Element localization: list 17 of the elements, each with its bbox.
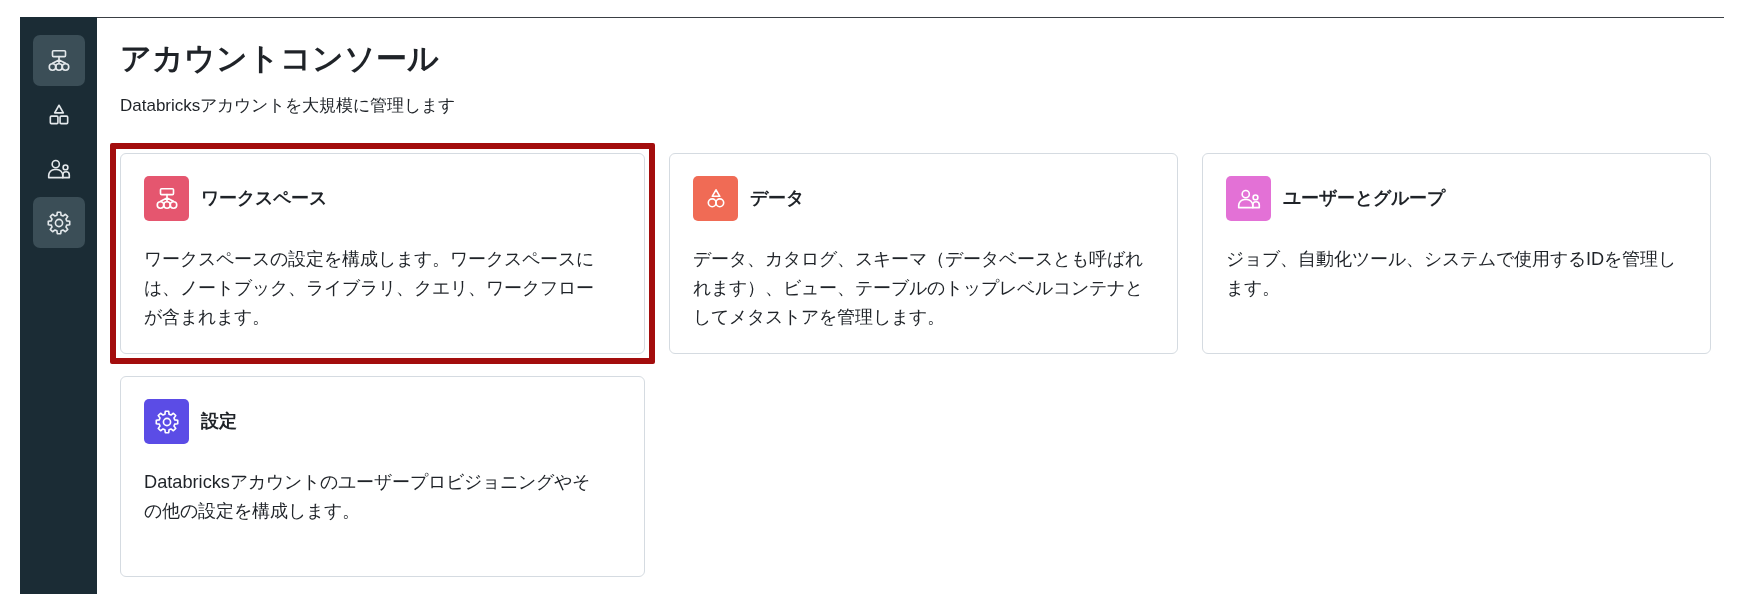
feature-card[interactable]: データ データ、カタログ、スキーマ（データベースとも呼ばれれます）、ビュー、テーブルのトップレベルコンテナとしてメタストアを管理します。 bbox=[669, 153, 1178, 355]
page-title: アカウントコンソール bbox=[120, 40, 440, 78]
card-description: ワークスペースの設定を構成します。ワークスペースには、ノートブック、ライブラリ、クエリ、ワークフローが含まれます。 bbox=[144, 248, 595, 330]
card-description: Databricksアカウントのユーザープロビジョニングやその他の設定を構成します。 bbox=[144, 471, 591, 524]
card-description: ジョブ、自動化ツール、システムで使用するIDを管理します。 bbox=[1226, 248, 1678, 301]
card-description: データ、カタログ、スキーマ（データベースとも呼ばれれます）、ビュー、テーブルのトップレベルコンテナとしてメタストアを管理します。 bbox=[693, 248, 1144, 330]
feature-card[interactable]: ワークスペース ワークスペースの設定を構成します。ワークスペースには、ノートブック、ライブラリ、クエリ、ワークフローが含まれます。 bbox=[120, 153, 645, 355]
sidebar-button[interactable] bbox=[32, 35, 85, 86]
card-title: ワークスペース bbox=[201, 187, 327, 211]
card-title: データ bbox=[750, 187, 804, 211]
sidebar-button[interactable] bbox=[32, 197, 85, 248]
page-subtitle: Databricksアカウントを大規模に管理します bbox=[120, 94, 457, 117]
card-title: 設定 bbox=[201, 410, 237, 434]
settings-icon bbox=[45, 209, 72, 236]
feature-card[interactable]: ユーザーとグループ ジョブ、自動化ツール、システムで使用するIDを管理します。 bbox=[1202, 153, 1711, 355]
card-title: ユーザーとグループ bbox=[1283, 187, 1445, 211]
feature-card[interactable]: 設定 Databricksアカウントのユーザープロビジョニングやその他の設定を構成します。 bbox=[120, 376, 645, 578]
